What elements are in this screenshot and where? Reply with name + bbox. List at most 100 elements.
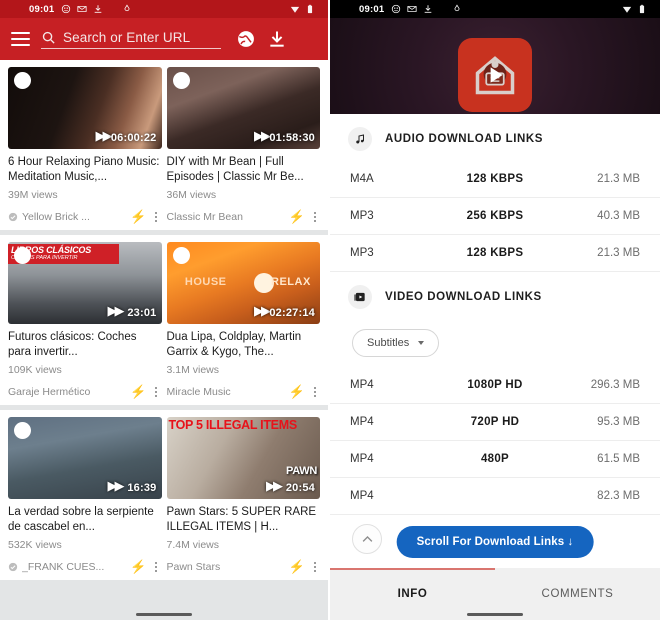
format-label: MP4 <box>350 453 374 465</box>
video-views: 109K views <box>8 364 62 376</box>
play-icon: ▶▶ <box>107 303 125 318</box>
video-title: DIY with Mr Bean | Full Episodes | Class… <box>166 156 304 183</box>
quality-label: 128 KBPS <box>466 173 524 185</box>
battery-icon <box>307 4 313 14</box>
thumbnail-word-right: PAWN <box>286 465 317 477</box>
kebab-menu-icon[interactable] <box>309 387 320 397</box>
hamburger-menu-icon[interactable] <box>11 32 30 46</box>
video-duration: 06:00:22 <box>110 132 157 144</box>
audio-download-row[interactable]: M4A 128 KBPS 21.3 MB <box>330 161 660 198</box>
lightning-download-icon[interactable]: ⚡ <box>130 559 146 575</box>
right-phone-screen: 09:01 AUDIO DOWNLOAD LINKS M4A 128 KBPS … <box>330 0 660 620</box>
subtitles-dropdown[interactable]: Subtitles <box>352 329 440 357</box>
lightning-download-icon[interactable]: ⚡ <box>289 559 305 575</box>
video-item[interactable]: TOP 5 ILLEGAL ITEMS PAWN ▶▶ 20:54 Pawn S… <box>166 417 320 576</box>
video-download-row[interactable]: MP4 720P HD 95.3 MB <box>330 404 660 441</box>
home-indicator <box>467 613 523 616</box>
size-label: 21.3 MB <box>597 173 640 185</box>
channel-name: Classic Mr Bean <box>166 211 243 223</box>
home-indicator <box>136 613 192 616</box>
video-meta-row: _FRANK CUES... ⚡ <box>8 558 162 576</box>
barn-play-app-logo <box>458 38 532 112</box>
kebab-menu-icon[interactable] <box>151 562 162 572</box>
video-library-icon <box>348 285 372 309</box>
audio-download-row[interactable]: MP3 256 KBPS 40.3 MB <box>330 198 660 235</box>
status-time: 09:01 <box>29 3 55 15</box>
video-item[interactable]: HOUSE RELAX ▶▶ 02:27:14 Dua Lipa, Coldpl… <box>166 242 321 401</box>
video-thumbnail[interactable]: HOUSE RELAX ▶▶ 02:27:14 <box>166 242 320 324</box>
audio-download-row[interactable]: MP3 128 KBPS 21.3 MB <box>330 235 660 272</box>
quality-label: 1080P HD <box>467 379 523 391</box>
select-overlay-circle[interactable] <box>14 422 31 439</box>
play-icon: ▶▶ <box>107 478 125 493</box>
lightning-download-icon[interactable]: ⚡ <box>130 209 146 225</box>
video-thumbnail[interactable]: LIBROS CLÁSICOS COCHES PARA INVERTIR ▶▶ … <box>8 242 162 324</box>
channel-name: Pawn Stars <box>166 561 221 573</box>
mail-icon <box>407 6 417 12</box>
video-thumbnail[interactable]: ▶▶ 16:39 <box>8 417 162 499</box>
globe-icon[interactable] <box>236 29 256 49</box>
video-item[interactable]: LIBROS CLÁSICOS COCHES PARA INVERTIR ▶▶ … <box>8 242 162 401</box>
channel-name: Yellow Brick ... <box>22 211 90 223</box>
format-label: MP4 <box>350 416 374 428</box>
scroll-to-top-button[interactable] <box>352 524 382 554</box>
size-label: 61.5 MB <box>597 453 640 465</box>
select-overlay-circle[interactable] <box>14 72 31 89</box>
play-icon: ▶▶ <box>95 128 113 143</box>
video-item[interactable]: ▶▶ 16:39 La verdad sobre la serpiente de… <box>8 417 162 576</box>
mail-icon <box>77 6 87 12</box>
video-thumbnail[interactable]: ▶▶ 01:58:30 <box>166 67 320 149</box>
video-download-row[interactable]: MP4 82.3 MB <box>330 478 660 515</box>
kebab-menu-icon[interactable] <box>309 562 320 572</box>
kebab-menu-icon[interactable] <box>309 212 320 222</box>
left-status-bar: 09:01 <box>0 0 328 18</box>
scroll-for-download-links-button[interactable]: Scroll For Download Links ↓ <box>396 526 594 558</box>
select-overlay-circle[interactable] <box>172 72 190 89</box>
download-links-panel[interactable]: AUDIO DOWNLOAD LINKS M4A 128 KBPS 21.3 M… <box>330 114 660 568</box>
video-item[interactable]: ▶▶ 06:00:22 6 Hour Relaxing Piano Music:… <box>8 67 162 226</box>
tab-comments-label: COMMENTS <box>541 588 614 600</box>
select-overlay-circle[interactable] <box>172 247 190 264</box>
play-icon: ▶▶ <box>254 128 271 143</box>
kebab-menu-icon[interactable] <box>151 212 162 222</box>
lightning-download-icon[interactable]: ⚡ <box>289 209 305 225</box>
select-overlay-circle[interactable] <box>14 247 31 264</box>
search-input[interactable]: Search or Enter URL <box>41 30 221 49</box>
battery-icon <box>639 4 645 14</box>
audio-section-title: AUDIO DOWNLOAD LINKS <box>385 133 543 145</box>
video-card-row: ▶▶ 16:39 La verdad sobre la serpiente de… <box>0 410 328 580</box>
video-item[interactable]: ▶▶ 01:58:30 DIY with Mr Bean | Full Epis… <box>166 67 320 226</box>
wifi-icon <box>622 6 632 13</box>
wifi-icon <box>290 6 300 13</box>
status-system-icons <box>290 4 315 14</box>
video-thumbnail[interactable]: TOP 5 ILLEGAL ITEMS PAWN ▶▶ 20:54 <box>166 417 320 499</box>
status-notification-icons <box>391 4 462 14</box>
video-card-row: ▶▶ 06:00:22 6 Hour Relaxing Piano Music:… <box>0 60 328 230</box>
video-views: 39M views <box>8 189 58 201</box>
music-note-icon <box>348 127 372 151</box>
format-label: MP4 <box>350 379 374 391</box>
play-icon[interactable] <box>482 62 508 88</box>
thumbnail-headline: TOP 5 ILLEGAL ITEMS <box>168 418 298 432</box>
kebab-menu-icon[interactable] <box>151 387 162 397</box>
size-label: 40.3 MB <box>597 210 640 222</box>
subtitles-label: Subtitles <box>367 337 410 349</box>
lightning-download-icon[interactable]: ⚡ <box>130 384 146 400</box>
video-thumbnail[interactable]: ▶▶ 06:00:22 <box>8 67 162 149</box>
video-meta-row: Miracle Music ⚡ <box>167 383 321 401</box>
status-system-icons <box>622 4 647 14</box>
lightning-download-icon[interactable]: ⚡ <box>289 384 305 400</box>
browser-toolbar: Search or Enter URL <box>0 18 328 60</box>
channel-name: Garaje Hermético <box>8 386 91 398</box>
mask-icon <box>392 4 401 14</box>
size-label: 95.3 MB <box>597 416 640 428</box>
download-icon[interactable] <box>267 29 287 49</box>
video-list[interactable]: ▶▶ 06:00:22 6 Hour Relaxing Piano Music:… <box>0 60 328 620</box>
download-icon <box>94 5 102 13</box>
video-title: Dua Lipa, Coldplay, Martin Garrix & Kygo… <box>166 331 302 358</box>
video-download-row[interactable]: MP4 480P 61.5 MB <box>330 441 660 478</box>
play-icon: ▶▶ <box>266 478 283 493</box>
video-download-row[interactable]: MP4 1080P HD 296.3 MB <box>330 367 660 404</box>
video-duration: 23:01 <box>127 307 157 319</box>
format-label: MP3 <box>350 247 374 259</box>
